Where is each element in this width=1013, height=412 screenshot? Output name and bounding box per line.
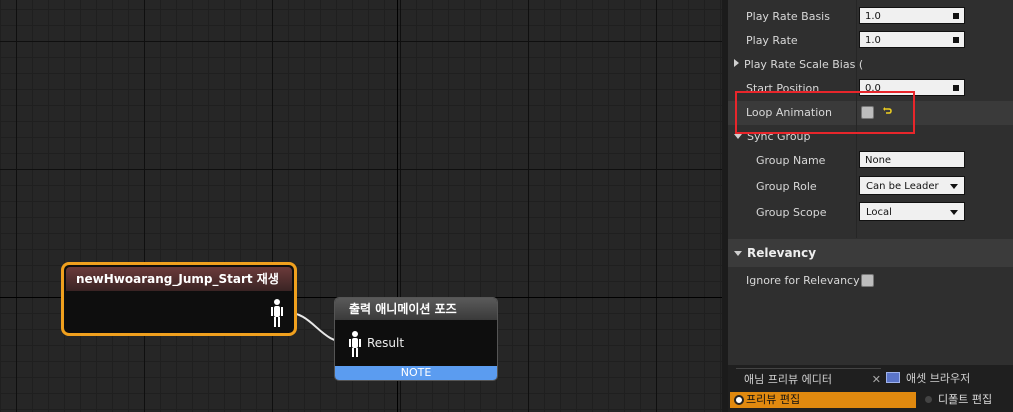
output-node-title: 출력 애니메이션 포즈	[335, 298, 497, 320]
chevron-down-icon	[950, 184, 958, 189]
group-scope-label: Group Scope	[756, 206, 827, 219]
play-rate-basis-value: 1.0	[865, 11, 881, 22]
tab-asset-browser[interactable]: 애셋 브라우저	[886, 368, 1006, 390]
collapse-arrow-icon[interactable]	[734, 251, 742, 256]
default-edit-label: 디폴트 편집	[938, 393, 993, 406]
chevron-down-icon	[950, 210, 958, 215]
radio-unselected-icon	[925, 396, 932, 403]
pose-input-pin-icon[interactable]	[348, 330, 362, 358]
row-ignore-relevancy: Ignore for Relevancy T	[728, 267, 1013, 291]
ignore-relevancy-checkbox[interactable]	[861, 274, 874, 287]
tab-asset-browser-label: 애셋 브라우저	[906, 372, 971, 385]
group-role-dropdown[interactable]: Can be Leader	[859, 176, 965, 195]
row-group-scope: Group Scope Local	[728, 199, 1013, 223]
ignore-relevancy-label: Ignore for Relevancy T	[746, 274, 870, 287]
group-scope-dropdown[interactable]: Local	[859, 202, 965, 221]
pose-output-pin-icon[interactable]	[270, 298, 284, 328]
result-pin-label: Result	[367, 336, 405, 350]
row-play-rate: Play Rate 1.0	[728, 29, 1013, 53]
row-clipped-top	[728, 0, 1013, 2]
anim-graph-canvas[interactable]: newHwoarang_Jump_Start 재생 출력 애니메이션 포즈 Re…	[0, 0, 722, 412]
play-rate-basis-label: Play Rate Basis	[746, 10, 830, 23]
group-name-field[interactable]: None	[859, 151, 965, 168]
close-icon[interactable]: ✕	[872, 369, 881, 391]
collapse-arrow-icon[interactable]	[734, 134, 742, 139]
highlight-annotation-box	[735, 91, 915, 134]
play-rate-scale-bias-text: Play Rate Scale Bias (	[744, 58, 864, 71]
bottom-tab-bar: 애님 프리뷰 에디터 ✕ 애셋 브라우저 프리뷰 편집 디폴트 편집	[728, 365, 1013, 412]
row-group-name: Group Name None	[728, 149, 1013, 173]
play-rate-scale-bias-label: Play Rate Scale Bias (	[734, 58, 863, 71]
play-sequence-node[interactable]: newHwoarang_Jump_Start 재생	[61, 262, 297, 336]
tab-anim-preview-editor[interactable]: 애님 프리뷰 에디터 ✕	[736, 368, 881, 390]
expand-arrow-icon[interactable]	[734, 59, 739, 67]
details-panel: Play Rate Basis 1.0 Play Rate 1.0 Play R…	[728, 0, 1013, 365]
group-scope-value: Local	[866, 207, 892, 218]
preview-edit-label: 프리뷰 편집	[746, 393, 801, 406]
play-node-title: newHwoarang_Jump_Start 재생	[66, 267, 292, 291]
group-role-label: Group Role	[756, 180, 817, 193]
play-rate-field[interactable]: 1.0	[859, 31, 965, 48]
relevancy-section-header[interactable]: Relevancy	[728, 239, 1013, 267]
tab-anim-preview-label: 애님 프리뷰 에디터	[744, 373, 832, 386]
row-play-rate-basis: Play Rate Basis 1.0	[728, 5, 1013, 29]
play-rate-label: Play Rate	[746, 34, 798, 47]
spin-drag-icon[interactable]	[951, 35, 961, 45]
output-pose-node[interactable]: 출력 애니메이션 포즈 Result NOTE	[334, 297, 498, 381]
group-role-value: Can be Leader	[866, 181, 939, 192]
play-rate-value: 1.0	[865, 35, 881, 46]
spin-drag-icon[interactable]	[951, 83, 961, 93]
default-edit-mode-button[interactable]: 디폴트 편집	[924, 392, 1009, 408]
note-bar[interactable]: NOTE	[335, 366, 497, 380]
asset-browser-icon	[886, 372, 900, 383]
relevancy-title: Relevancy	[747, 246, 817, 260]
row-play-rate-scale-bias[interactable]: Play Rate Scale Bias (	[728, 53, 1013, 77]
row-group-role: Group Role Can be Leader	[728, 173, 1013, 197]
radio-selected-icon	[734, 395, 744, 405]
play-rate-basis-field[interactable]: 1.0	[859, 7, 965, 24]
group-name-label: Group Name	[756, 154, 826, 167]
preview-edit-mode-button[interactable]: 프리뷰 편집	[730, 392, 916, 408]
spin-drag-icon[interactable]	[951, 11, 961, 21]
